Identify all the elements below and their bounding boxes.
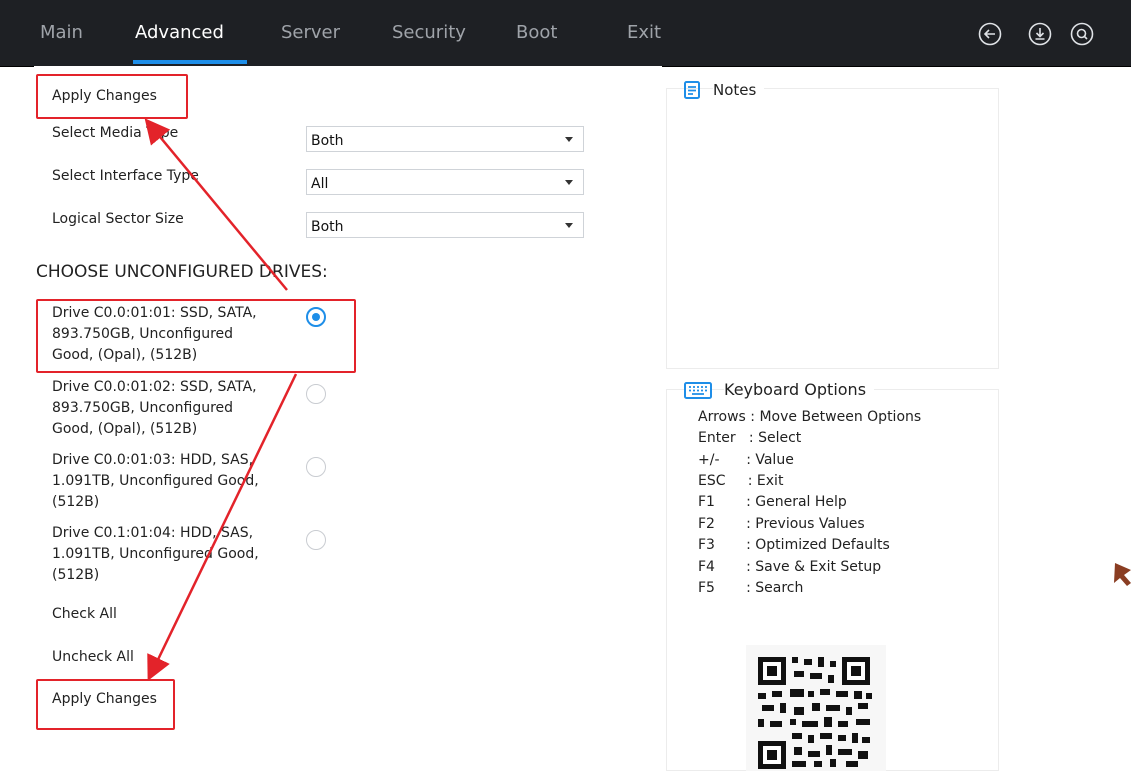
notes-panel	[666, 88, 999, 369]
qr-code	[746, 645, 886, 771]
cursor-icon	[1114, 563, 1131, 586]
arrow-to-apply-top	[144, 118, 288, 291]
keyboard-row: F4 : Save & Exit Setup	[698, 559, 882, 575]
keyboard-row: F1 : General Help	[698, 494, 847, 510]
keyboard-row: F2 : Previous Values	[698, 516, 865, 532]
notes-icon	[684, 81, 700, 99]
keyboard-row: F3 : Optimized Defaults	[698, 537, 890, 553]
keyboard-row: Arrows : Move Between Options	[698, 409, 922, 425]
keyboard-options-title: Keyboard Options	[724, 380, 875, 399]
keyboard-row: +/- : Value	[698, 452, 794, 468]
keyboard-icon	[684, 380, 712, 400]
notes-title: Notes	[713, 81, 765, 99]
qr-code-image	[746, 645, 886, 771]
arrow-to-apply-bottom	[147, 373, 298, 682]
keyboard-row: F5 : Search	[698, 580, 804, 596]
keyboard-row: ESC : Exit	[698, 473, 784, 489]
keyboard-row: Enter : Select	[698, 430, 802, 446]
